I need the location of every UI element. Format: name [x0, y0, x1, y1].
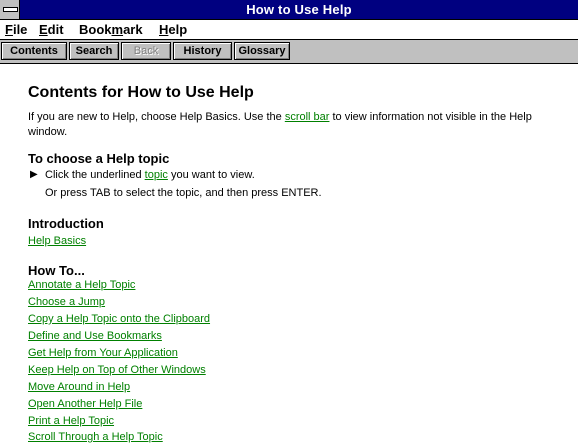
- glossary-button[interactable]: Glossary: [234, 42, 290, 60]
- menu-bar: File Edit Bookmark Help: [0, 20, 578, 40]
- bullet-arrow-icon: ▶: [30, 169, 38, 180]
- step-1-before: Click the underlined: [45, 169, 145, 181]
- howto-link-copy-topic[interactable]: Copy a Help Topic onto the Clipboard: [28, 312, 210, 326]
- help-window: How to Use Help File Edit Bookmark Help …: [0, 0, 578, 446]
- page-title: Contents for How to Use Help: [28, 84, 254, 101]
- button-bar: Contents Search Back History Glossary: [0, 40, 578, 64]
- search-button[interactable]: Search: [69, 42, 119, 60]
- contents-button[interactable]: Contents: [1, 42, 67, 60]
- choose-topic-heading: To choose a Help topic: [28, 151, 170, 166]
- howto-link-print-topic[interactable]: Print a Help Topic: [28, 414, 114, 428]
- intro-paragraph: If you are new to Help, choose Help Basi…: [28, 110, 568, 140]
- howto-link-choose-jump[interactable]: Choose a Jump: [28, 295, 105, 309]
- menu-file[interactable]: File: [5, 20, 27, 39]
- step-1-after: you want to view.: [167, 169, 255, 181]
- back-button[interactable]: Back: [121, 42, 171, 60]
- contents-button-label: Contents: [10, 45, 58, 57]
- history-button[interactable]: History: [173, 42, 232, 60]
- introduction-heading: Introduction: [28, 216, 104, 231]
- howto-link-get-help[interactable]: Get Help from Your Application: [28, 346, 178, 360]
- howto-link-keep-on-top[interactable]: Keep Help on Top of Other Windows: [28, 363, 206, 377]
- topic-link[interactable]: topic: [145, 169, 168, 181]
- history-button-label: History: [183, 45, 222, 57]
- step-2: Or press TAB to select the topic, and th…: [45, 187, 322, 199]
- step-1: Click the underlined topic you want to v…: [45, 168, 255, 182]
- glossary-button-label: Glossary: [238, 45, 286, 57]
- title-bar[interactable]: How to Use Help: [0, 0, 578, 20]
- system-menu-button[interactable]: [0, 0, 20, 19]
- menu-bookmark[interactable]: Bookmark: [79, 20, 143, 39]
- intro-text-before: If you are new to Help, choose Help Basi…: [28, 111, 285, 123]
- howto-link-bookmarks[interactable]: Define and Use Bookmarks: [28, 329, 162, 343]
- help-content: Contents for How to Use Help If you are …: [0, 64, 578, 446]
- howto-link-open-file[interactable]: Open Another Help File: [28, 397, 142, 411]
- howto-link-annotate[interactable]: Annotate a Help Topic: [28, 278, 135, 292]
- howto-link-scroll-topic[interactable]: Scroll Through a Help Topic: [28, 430, 163, 444]
- howto-link-move-around[interactable]: Move Around in Help: [28, 380, 130, 394]
- menu-help[interactable]: Help: [159, 20, 187, 39]
- back-button-label: Back: [133, 45, 159, 57]
- how-to-heading: How To...: [28, 263, 85, 278]
- search-button-label: Search: [75, 45, 113, 57]
- help-basics-link[interactable]: Help Basics: [28, 234, 86, 248]
- menu-edit[interactable]: Edit: [39, 20, 64, 39]
- system-menu-icon: [3, 7, 18, 12]
- window-title: How to Use Help: [246, 2, 352, 17]
- scroll-bar-link[interactable]: scroll bar: [285, 111, 330, 123]
